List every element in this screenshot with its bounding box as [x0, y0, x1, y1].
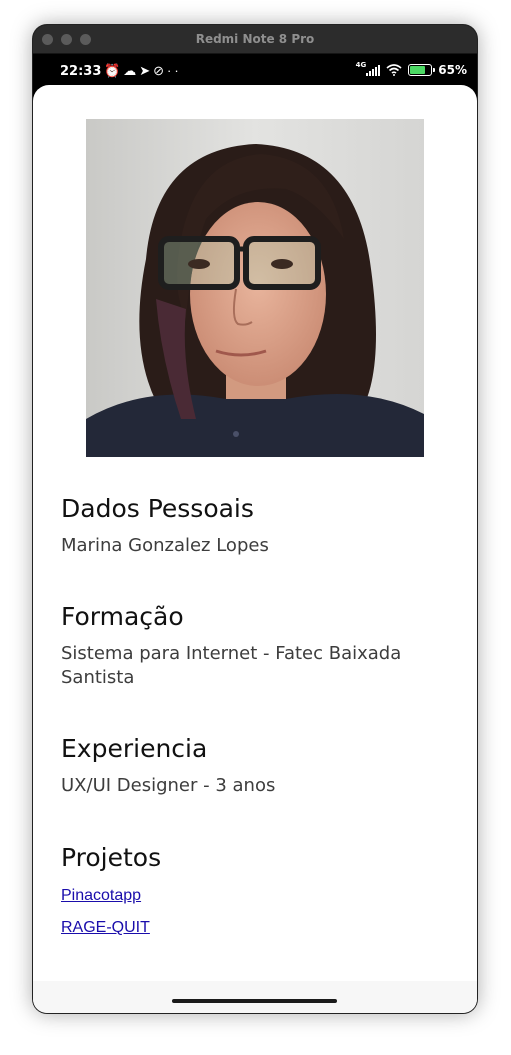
experience-text: UX/UI Designer - 3 anos	[61, 775, 276, 796]
section-heading: Projetos	[61, 843, 162, 872]
section-heading: Formação	[61, 602, 184, 631]
project-link-rage-quit[interactable]: RAGE-QUIT	[61, 919, 161, 937]
gesture-nav-area	[33, 981, 477, 1013]
profile-photo	[86, 119, 424, 457]
section-projects: Projetos Pinacotapp RAGE-QUIT	[61, 843, 161, 937]
network-type-label: 4G	[355, 61, 367, 69]
signal-icon	[366, 64, 381, 76]
status-bar: 22:33 ⏰☁➤⊘·· 4G 65%	[33, 54, 477, 88]
status-time: 22:33	[60, 64, 102, 79]
no-disturb-icon: ⊘	[153, 63, 167, 78]
section-education: Formação Sistema para Internet - Fatec B…	[61, 602, 421, 690]
device-frame: Redmi Note 8 Pro 22:33 ⏰☁➤⊘·· 4G 65% Dad…	[33, 25, 477, 1013]
section-heading: Experiencia	[61, 734, 208, 763]
section-experience: Experiencia UX/UI Designer - 3 anos	[61, 734, 275, 798]
window-title: Redmi Note 8 Pro	[195, 32, 315, 46]
more-dots-icon: ··	[167, 63, 182, 78]
battery-fill	[410, 66, 425, 74]
wifi-icon	[386, 64, 402, 76]
section-heading: Dados Pessoais	[61, 494, 254, 523]
home-indicator[interactable]	[172, 999, 337, 1003]
app-screen: Dados Pessoais Marina Gonzalez Lopes For…	[33, 85, 477, 1013]
battery-percent: 65%	[438, 63, 467, 77]
telegram-icon: ➤	[139, 63, 154, 78]
battery-icon	[408, 64, 436, 76]
education-text: Sistema para Internet - Fatec Baixada Sa…	[61, 643, 402, 688]
project-link-pinacotapp[interactable]: Pinacotapp	[61, 887, 161, 905]
section-personal-data: Dados Pessoais Marina Gonzalez Lopes	[61, 494, 269, 558]
alarm-icon: ⏰	[104, 63, 124, 78]
status-notification-icons: ⏰☁➤⊘··	[104, 63, 182, 79]
cloud-icon: ☁	[123, 63, 140, 78]
status-system-icons: 4G 65%	[355, 61, 467, 77]
window-titlebar: Redmi Note 8 Pro	[33, 25, 477, 54]
full-name: Marina Gonzalez Lopes	[61, 535, 269, 556]
